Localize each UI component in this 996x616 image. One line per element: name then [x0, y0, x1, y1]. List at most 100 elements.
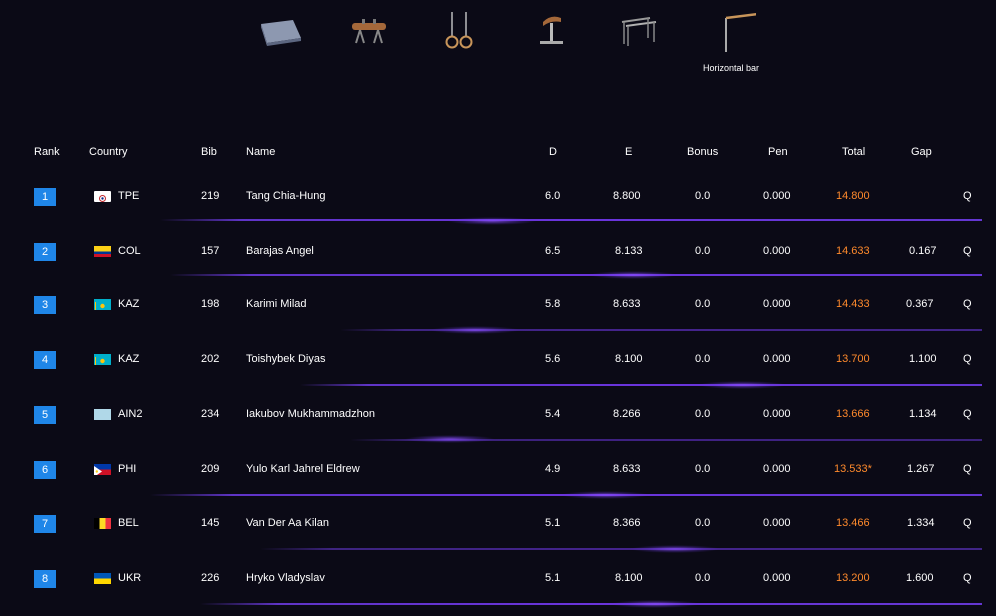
bonus-score: 0.0 [695, 245, 711, 257]
qualified-marker: Q [963, 190, 972, 202]
athlete-name[interactable]: Barajas Angel [246, 245, 314, 257]
penalty-score: 0.000 [763, 408, 791, 420]
rank-badge: 2 [34, 243, 56, 261]
rank-badge: 8 [34, 570, 56, 588]
total-score: 13.466 [836, 517, 870, 529]
gap-value: 0.367 [906, 298, 934, 310]
header-country: Country [89, 146, 128, 158]
table-row[interactable]: 6 PHI 209 Yulo Karl Jahrel Eldrew 4.9 8.… [0, 452, 996, 507]
total-score: 13.700 [836, 353, 870, 365]
table-row[interactable]: 1 TPE 219 Tang Chia-Hung 6.0 8.800 0.0 0… [0, 178, 996, 233]
pommel-horse-icon [352, 19, 386, 44]
qualified-marker: Q [963, 463, 972, 475]
d-score: 6.0 [545, 190, 561, 202]
qualified-marker: Q [963, 245, 972, 257]
d-score: 4.9 [545, 463, 561, 475]
header-gap: Gap [911, 146, 932, 158]
athlete-name[interactable]: Karimi Milad [246, 298, 307, 310]
flag-tpe-icon [94, 191, 111, 202]
header-bonus: Bonus [687, 146, 719, 158]
table-row[interactable]: 4 KAZ 202 Toishybek Diyas 5.6 8.100 0.0 … [0, 342, 996, 397]
bib-number: 145 [201, 517, 220, 529]
table-header: Rank Country Bib Name D E Bonus Pen Tota… [0, 146, 996, 160]
header-total: Total [842, 146, 866, 158]
divider-glow [405, 435, 495, 443]
apparatus-horizontal-bar[interactable]: Horizontal bar [696, 10, 766, 85]
total-score: 13.533* [834, 463, 872, 475]
qualified-marker: Q [963, 408, 972, 420]
row-divider [200, 603, 982, 605]
bonus-score: 0.0 [695, 517, 711, 529]
flag-kaz-icon [94, 299, 111, 310]
divider-glow [697, 381, 787, 389]
qualified-marker: Q [963, 517, 972, 529]
flag-ain-icon [94, 409, 111, 420]
country-code: KAZ [118, 298, 140, 310]
apparatus-vault[interactable] [513, 10, 583, 85]
apparatus-rings[interactable] [424, 10, 494, 85]
d-score: 5.1 [545, 517, 561, 529]
athlete-name[interactable]: Tang Chia-Hung [246, 190, 326, 202]
rings-icon [445, 12, 473, 49]
table-row[interactable]: 5 AIN2 234 Iakubov Mukhammadzhon 5.4 8.2… [0, 397, 996, 452]
bib-number: 219 [201, 190, 220, 202]
flag-col-icon [94, 246, 111, 257]
d-score: 5.4 [545, 408, 561, 420]
gap-value: 1.134 [909, 408, 937, 420]
total-score: 14.433 [836, 298, 870, 310]
rank-badge: 5 [34, 406, 56, 424]
horizontal-bar-icon [725, 12, 756, 52]
parallel-bars-icon [621, 17, 657, 46]
rank-badge: 1 [34, 188, 56, 206]
country-code: TPE [118, 190, 140, 202]
header-rank: Rank [34, 146, 60, 158]
e-score: 8.133 [615, 245, 643, 257]
apparatus-floor[interactable] [245, 10, 315, 85]
row-divider [160, 219, 982, 221]
apparatus-label: Horizontal bar [702, 63, 760, 73]
country-code: UKR [118, 572, 142, 584]
bib-number: 202 [201, 353, 220, 365]
row-divider [170, 274, 982, 276]
rank-badge: 7 [34, 515, 56, 533]
total-score: 13.200 [836, 572, 870, 584]
flag-ukr-icon [94, 573, 111, 584]
divider-glow [588, 271, 678, 279]
penalty-score: 0.000 [763, 517, 791, 529]
gap-value: 0.167 [909, 245, 937, 257]
athlete-name[interactable]: Van Der Aa Kilan [246, 517, 329, 529]
table-row[interactable]: 2 COL 157 Barajas Angel 6.5 8.133 0.0 0.… [0, 233, 996, 288]
penalty-score: 0.000 [763, 353, 791, 365]
e-score: 8.100 [615, 572, 643, 584]
athlete-name[interactable]: Toishybek Diyas [246, 353, 325, 365]
rank-badge: 4 [34, 351, 56, 369]
country-code: AIN2 [118, 408, 143, 420]
bonus-score: 0.0 [695, 298, 711, 310]
gap-value: 1.334 [907, 517, 935, 529]
total-score: 13.666 [836, 408, 870, 420]
athlete-name[interactable]: Yulo Karl Jahrel Eldrew [246, 463, 360, 475]
country-code: KAZ [118, 353, 140, 365]
qualified-marker: Q [963, 572, 972, 584]
athlete-name[interactable]: Iakubov Mukhammadzhon [246, 408, 375, 420]
e-score: 8.266 [613, 408, 641, 420]
e-score: 8.100 [615, 353, 643, 365]
table-row[interactable]: 8 UKR 226 Hryko Vladyslav 5.1 8.100 0.0 … [0, 561, 996, 616]
row-divider [260, 548, 982, 550]
e-score: 8.633 [613, 463, 641, 475]
qualified-marker: Q [963, 353, 972, 365]
table-row[interactable]: 3 KAZ 198 Karimi Milad 5.8 8.633 0.0 0.0… [0, 287, 996, 342]
table-row[interactable]: 7 BEL 145 Van Der Aa Kilan 5.1 8.366 0.0… [0, 506, 996, 561]
apparatus-pommel-horse[interactable] [335, 10, 405, 85]
bib-number: 157 [201, 245, 220, 257]
rank-badge: 3 [34, 296, 56, 314]
flag-kaz-icon [94, 354, 111, 365]
athlete-name[interactable]: Hryko Vladyslav [246, 572, 325, 584]
bib-number: 234 [201, 408, 220, 420]
apparatus-parallel-bars[interactable] [604, 10, 674, 85]
divider-glow [430, 326, 520, 334]
flag-bel-icon [94, 518, 111, 529]
bonus-score: 0.0 [695, 353, 711, 365]
e-score: 8.800 [613, 190, 641, 202]
penalty-score: 0.000 [763, 245, 791, 257]
